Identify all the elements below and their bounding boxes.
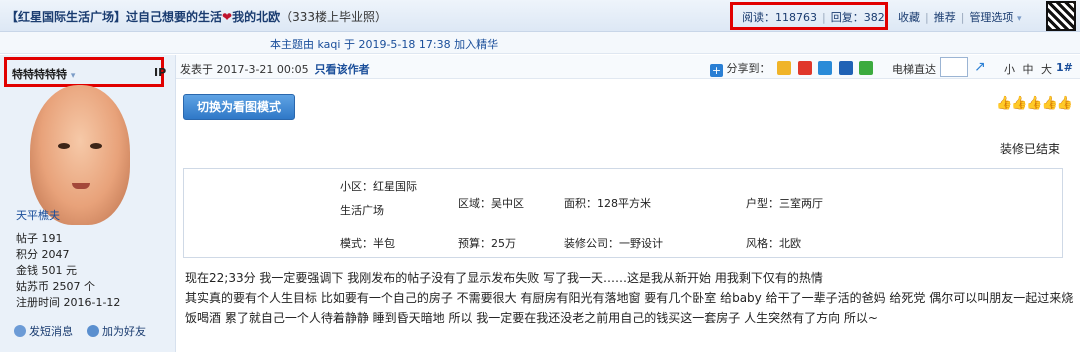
elevator-go-icon[interactable]: ↗ [974, 59, 990, 75]
author-name[interactable]: 特特特特特 ▾ [12, 66, 75, 82]
separator: | [925, 11, 929, 24]
favorite-link[interactable]: 收藏 [898, 11, 920, 24]
switch-image-mode-button[interactable]: 切换为看图模式 [183, 94, 295, 120]
tencent-icon[interactable] [818, 61, 832, 75]
send-message-link[interactable]: 发短消息 [29, 325, 73, 338]
share-plus-icon[interactable]: + [710, 64, 723, 77]
post-info-bar: 发表于 2017-3-21 00:05 只看该作者 + 分享到： 电梯直达 ↗ 小… [176, 55, 1080, 79]
house-info-box: 小区：红星国际生活广场 区域：吴中区 面积：128平方米 户型：三室两厅 模式：… [183, 168, 1063, 258]
qzone-icon[interactable] [777, 61, 791, 75]
post-date: 发表于 2017-3-21 00:05 [180, 63, 309, 76]
heart-icon: ❤ [222, 10, 233, 24]
post-body: 现在22;33分 我一定要强调下 我刚发布的帖子没有了显示发布失败 写了我一天…… [185, 268, 1075, 328]
manage-options-menu[interactable]: 管理选项 [969, 11, 1013, 24]
stat-coins: 姑苏币 2507 个 [16, 280, 95, 293]
thread-actions: 收藏 | 推荐 | 管理选项 ▾ [898, 9, 1021, 25]
thread-stats: 阅读：118763 | 回复：382 [742, 9, 885, 25]
floor-number[interactable]: 1# [1056, 61, 1073, 74]
thumbs-up-icon: 👍👍👍👍👍 [996, 96, 1073, 111]
separator: | [822, 11, 826, 24]
separator: | [960, 11, 965, 24]
avatar[interactable] [30, 85, 130, 225]
font-size-switcher[interactable]: 小 中 大 [1004, 61, 1052, 77]
elevator-label: 电梯直达 [892, 63, 936, 76]
stat-posts: 帖子 191 [16, 232, 63, 245]
stat-register-date: 注册时间 2016-1-12 [16, 296, 121, 309]
info-mode: 模式：半包 [340, 237, 395, 250]
thread-title: 【红星国际生活广场】过自己想要的生活❤我的北欧（333楼上毕业照） [6, 8, 387, 25]
stat-money: 金钱 501 元 [16, 264, 77, 277]
qr-code-icon[interactable] [1046, 1, 1076, 31]
info-style: 风格：北欧 [746, 237, 801, 250]
thread-title-bar: 【红星国际生活广场】过自己想要的生活❤我的北欧（333楼上毕业照） 阅读：118… [0, 0, 1080, 32]
author-sidebar: 特特特特特 ▾ IP 天平樵夫 帖子 191 积分 2047 金钱 501 元 … [0, 55, 176, 352]
info-company: 装修公司：一野设计 [564, 237, 663, 250]
share-label: 分享到： [726, 62, 771, 75]
views-count: 阅读：118763 [742, 11, 817, 24]
add-friend-icon [87, 325, 99, 337]
stat-points: 积分 2047 [16, 248, 70, 261]
renren-icon[interactable] [838, 61, 853, 75]
floor-input[interactable] [940, 57, 968, 77]
weibo-icon[interactable] [797, 61, 812, 75]
thread-title-count: （333楼上毕业照） [280, 10, 387, 24]
recommend-link[interactable]: 推荐 [934, 11, 956, 24]
share-bar: + 分享到： [710, 60, 873, 77]
chevron-down-icon: ▾ [1016, 14, 1022, 24]
message-icon [14, 325, 26, 337]
user-title-link[interactable]: 天平樵夫 [16, 207, 60, 223]
info-budget: 预算：25万 [458, 237, 516, 250]
avatar-mouth [72, 183, 90, 189]
chevron-down-icon: ▾ [70, 71, 76, 81]
only-author-link[interactable]: 只看该作者 [315, 63, 370, 76]
wechat-icon[interactable] [859, 61, 873, 75]
info-district: 区域：吴中区 [458, 197, 524, 210]
thread-title-suffix: 我的北欧 [232, 10, 281, 24]
replies-count: 回复：382 [830, 11, 885, 24]
avatar-eye [58, 143, 70, 149]
renovation-status: 装修已结束 [1000, 142, 1061, 156]
post-paragraph: 现在22;33分 我一定要强调下 我刚发布的帖子没有了显示发布失败 写了我一天…… [185, 271, 823, 285]
post-paragraph: 其实真的要有个人生目标 比如要有一个自己的房子 不需要很大 有厨房有阳光有落地窗… [185, 291, 1074, 325]
info-layout: 户型：三室两厅 [746, 197, 823, 210]
digest-notice-bar: 本主题由 kaqi 于 2019-5-18 17:38 加入精华 [0, 32, 1080, 54]
ip-label: IP [154, 66, 167, 79]
thread-title-prefix: 【红星国际生活广场】过自己想要的生活 [6, 10, 223, 24]
info-community: 小区：红星国际生活广场 [340, 180, 417, 217]
avatar-eye [90, 143, 102, 149]
add-friend-link[interactable]: 加为好友 [102, 325, 146, 338]
digest-notice: 本主题由 kaqi 于 2019-5-18 17:38 加入精华 [270, 38, 499, 51]
post-meta: 发表于 2017-3-21 00:05 只看该作者 [180, 61, 370, 77]
user-stats: 帖子 191 积分 2047 金钱 501 元 姑苏币 2507 个 注册时间 … [16, 231, 120, 311]
user-action-links: 发短消息 加为好友 [14, 323, 146, 339]
info-area: 面积：128平方米 [564, 197, 651, 210]
